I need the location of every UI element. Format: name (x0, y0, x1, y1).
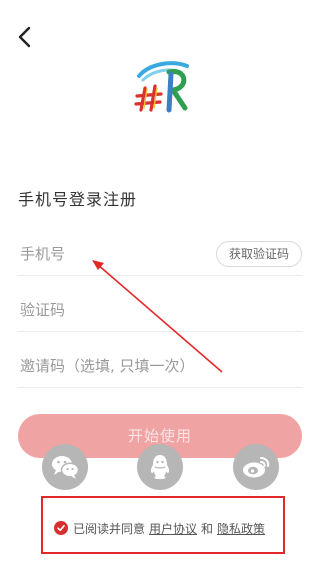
login-title: 手机号登录注册 (18, 190, 138, 209)
agreement-row: 已阅读并同意 用户协议 和 隐私政策 (54, 519, 265, 537)
qq-login-button[interactable] (137, 444, 183, 490)
wechat-login-button[interactable] (42, 444, 88, 490)
chevron-left-icon (18, 26, 31, 48)
app-logo (134, 61, 189, 113)
verification-code-input[interactable] (20, 296, 300, 324)
code-row (18, 288, 302, 332)
get-code-button[interactable]: 获取验证码 (215, 241, 302, 267)
invite-code-input[interactable] (20, 352, 300, 380)
agreement-and: 和 (201, 521, 214, 536)
invite-row (18, 344, 302, 388)
wechat-icon (52, 456, 80, 479)
back-button[interactable] (10, 22, 40, 52)
agreement-prefix: 已阅读并同意 (73, 521, 146, 536)
qq-icon (150, 455, 170, 479)
weibo-login-button[interactable] (233, 444, 279, 490)
privacy-policy-link[interactable]: 隐私政策 (217, 520, 265, 537)
phone-row: 获取验证码 (18, 232, 302, 276)
phone-input[interactable] (20, 240, 200, 268)
check-circle-icon (57, 524, 65, 532)
user-agreement-link[interactable]: 用户协议 (149, 520, 197, 537)
login-page: 手机号登录注册 获取验证码 开始使用 (0, 0, 320, 568)
weibo-icon (243, 457, 270, 478)
agree-checkbox[interactable] (54, 521, 68, 535)
